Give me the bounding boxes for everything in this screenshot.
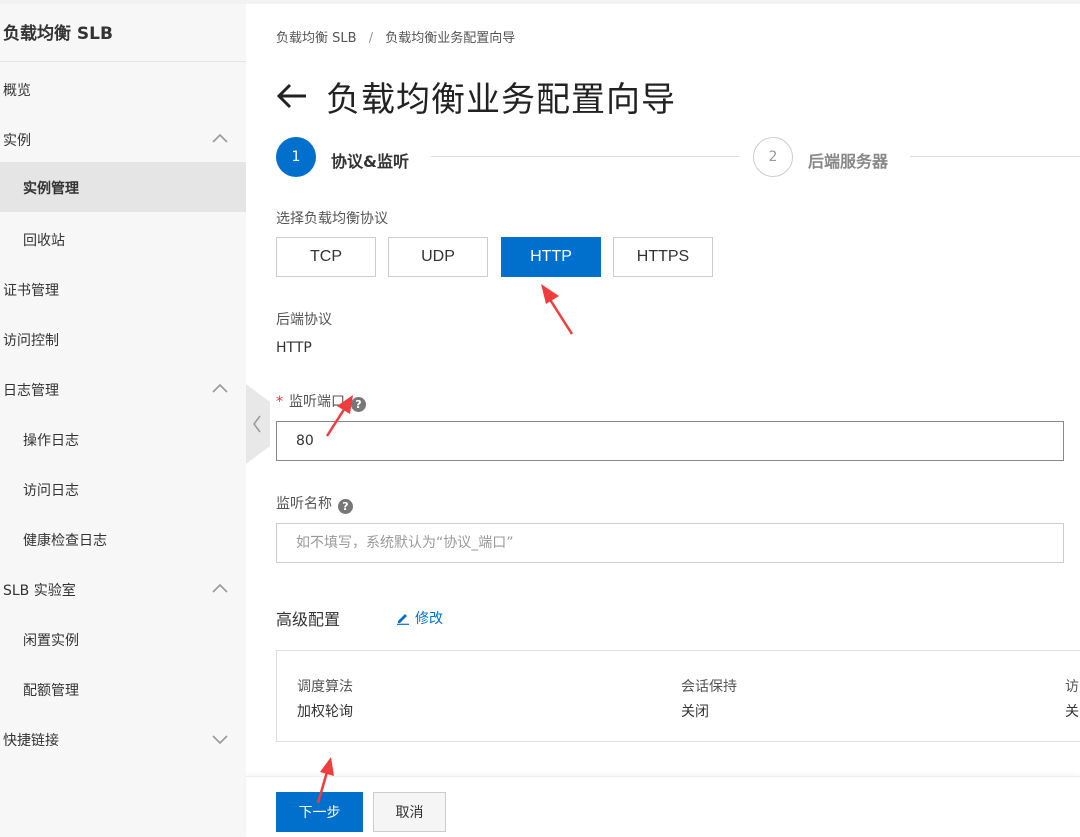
- step-1-label: 协议&监听: [331, 152, 409, 171]
- advanced-config-title: 高级配置: [276, 610, 341, 629]
- sidebar-item-health-check-logs[interactable]: 健康检查日志: [0, 514, 246, 564]
- sidebar-title: 负载均衡 SLB: [3, 24, 113, 44]
- cancel-button[interactable]: 取消: [373, 792, 446, 832]
- sidebar-item-label: 闲置实例: [23, 633, 79, 649]
- protocol-tcp-button[interactable]: TCP: [276, 237, 376, 277]
- edit-icon: [397, 614, 409, 625]
- protocol-udp-button[interactable]: UDP: [388, 237, 488, 277]
- sidebar-item-label: 访问日志: [23, 483, 79, 499]
- sidebar-item-overview[interactable]: 概览: [0, 64, 246, 114]
- backend-protocol-label: 后端协议: [276, 312, 332, 328]
- advanced-edit-link[interactable]: 修改: [396, 608, 443, 628]
- sidebar-item-label: SLB 实验室: [3, 583, 76, 599]
- scheduling-algorithm-item: 调度算法 加权轮询: [297, 675, 353, 725]
- page-header: 负载均衡业务配置向导: [276, 72, 676, 120]
- sidebar-item-label: 实例管理: [23, 181, 79, 197]
- required-mark: *: [276, 394, 283, 410]
- next-step-button[interactable]: 下一步: [276, 792, 363, 832]
- sidebar-item-log-management[interactable]: 日志管理: [0, 364, 246, 414]
- sidebar-item-idle-instances[interactable]: 闲置实例: [0, 614, 246, 664]
- sidebar-item-label: 概览: [3, 83, 31, 99]
- sidebar-item-certificates[interactable]: 证书管理: [0, 264, 246, 314]
- chevron-down-icon[interactable]: [212, 731, 228, 747]
- port-field-label: * 监听端口?: [276, 391, 366, 412]
- chevron-up-icon[interactable]: [212, 581, 228, 597]
- config-value: 关: [1065, 704, 1079, 720]
- sidebar: 负载均衡 SLB 概览 实例 实例管理 回收站 证书管理 访问控制 日志管理 操…: [0, 4, 246, 837]
- sidebar-item-slb-lab[interactable]: SLB 实验室: [0, 564, 246, 614]
- sidebar-item-label: 操作日志: [23, 433, 79, 449]
- breadcrumb-separator: /: [368, 31, 374, 46]
- step-2-indicator: 2: [753, 137, 793, 177]
- port-label-text: 监听端口: [289, 394, 345, 410]
- page-title: 负载均衡业务配置向导: [326, 79, 676, 120]
- sidebar-collapse-handle[interactable]: [246, 384, 270, 464]
- protocol-http-button[interactable]: HTTP: [501, 237, 601, 277]
- sidebar-item-label: 访问控制: [3, 333, 59, 349]
- sidebar-item-access-control[interactable]: 访问控制: [0, 314, 246, 364]
- breadcrumb-current: 负载均衡业务配置向导: [385, 31, 516, 46]
- step-1-indicator: 1: [276, 137, 316, 177]
- back-arrow-icon[interactable]: [276, 82, 308, 110]
- advanced-config-summary: 调度算法 加权轮询 会话保持 关闭 访 关: [276, 650, 1080, 742]
- edit-link-label: 修改: [415, 611, 443, 627]
- sidebar-item-operation-logs[interactable]: 操作日志: [0, 414, 246, 464]
- sidebar-item-label: 快捷链接: [3, 733, 59, 749]
- sidebar-item-quick-links[interactable]: 快捷链接: [0, 714, 246, 764]
- breadcrumb-root-link[interactable]: 负载均衡 SLB: [276, 31, 357, 46]
- sidebar-divider: [0, 61, 246, 62]
- help-icon[interactable]: ?: [351, 397, 366, 412]
- sidebar-item-access-logs[interactable]: 访问日志: [0, 464, 246, 514]
- sidebar-item-recycle-bin[interactable]: 回收站: [0, 214, 246, 264]
- name-field-label: 监听名称?: [276, 493, 353, 514]
- chevron-up-icon[interactable]: [212, 131, 228, 147]
- config-value: 加权轮询: [297, 704, 353, 720]
- config-value: 关闭: [681, 704, 709, 720]
- step-connector: [910, 156, 1080, 157]
- listener-name-input[interactable]: [276, 523, 1064, 563]
- chevron-up-icon[interactable]: [212, 381, 228, 397]
- sidebar-item-label: 回收站: [23, 233, 65, 249]
- sidebar-item-quota-management[interactable]: 配额管理: [0, 664, 246, 714]
- protocol-label: 选择负载均衡协议: [276, 211, 388, 227]
- sidebar-item-label: 证书管理: [3, 283, 59, 299]
- access-control-item: 访 关: [1065, 675, 1079, 725]
- config-key: 会话保持: [681, 679, 737, 695]
- config-key: 调度算法: [297, 679, 353, 695]
- sidebar-item-label: 日志管理: [3, 383, 59, 399]
- sidebar-item-instance-management[interactable]: 实例管理: [0, 162, 246, 212]
- listener-port-input[interactable]: [276, 421, 1064, 461]
- sidebar-item-label: 实例: [3, 133, 31, 149]
- annotation-arrow-icon: [541, 284, 574, 335]
- config-key: 访: [1065, 679, 1079, 695]
- sidebar-item-label: 配额管理: [23, 683, 79, 699]
- step-connector: [431, 156, 739, 157]
- sidebar-item-label: 健康检查日志: [23, 533, 107, 549]
- name-label-text: 监听名称: [276, 496, 332, 512]
- backend-protocol-value: HTTP: [276, 340, 312, 356]
- help-icon[interactable]: ?: [338, 499, 353, 514]
- session-persistence-item: 会话保持 关闭: [681, 675, 737, 725]
- protocol-https-button[interactable]: HTTPS: [613, 237, 713, 277]
- sidebar-item-instances[interactable]: 实例: [0, 114, 246, 164]
- breadcrumb: 负载均衡 SLB / 负载均衡业务配置向导: [276, 27, 515, 46]
- step-2-label: 后端服务器: [808, 152, 889, 171]
- footer-bar: [246, 776, 1080, 837]
